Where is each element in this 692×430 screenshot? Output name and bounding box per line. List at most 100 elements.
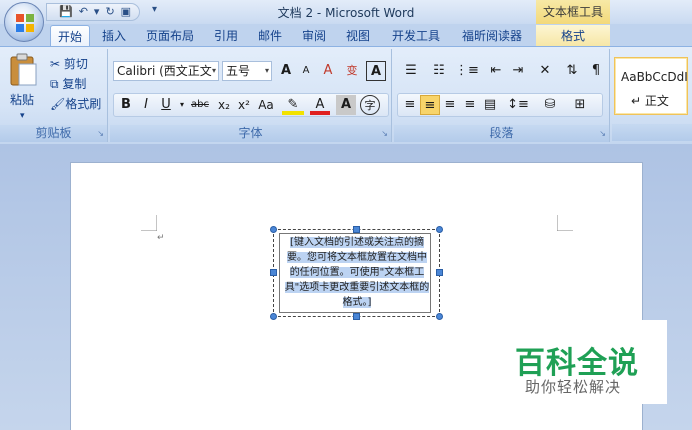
brand-sub-text: 助你轻松解决 [525, 378, 622, 396]
decrease-indent-icon: ⇤ [490, 63, 502, 78]
justify-button[interactable]: ≡ [460, 95, 480, 115]
resize-handle-top[interactable] [353, 226, 360, 233]
resize-handle-top-right[interactable] [436, 226, 443, 233]
sort-button[interactable]: ⇅ [562, 61, 582, 81]
subscript-button[interactable]: x₂ [214, 95, 234, 115]
font-color-button[interactable]: A [310, 95, 330, 115]
clipboard-launcher-icon[interactable]: ↘ [97, 129, 104, 138]
strikethrough-button[interactable]: abc [188, 95, 212, 115]
clipboard-group: 粘贴 ▾ ✂ 剪切 ⧉ 复制 🖌格式刷 剪贴板 ↘ [0, 49, 108, 142]
line-spacing-icon: ↕≡ [507, 97, 529, 112]
highlighter-icon: ✎ [287, 97, 299, 112]
scissors-icon: ✂ [50, 57, 61, 71]
align-center-button[interactable]: ≡ [420, 95, 440, 115]
resize-handle-bottom-left[interactable] [270, 313, 277, 320]
font-name-dropdown-icon: ▾ [211, 66, 216, 75]
tab-references[interactable]: 引用 [208, 25, 244, 47]
paragraph-group: ☰ ☷ ⋮≡ ⇤ ⇥ ✕ ⇅ ¶ ≡ ≡ ≡ ≡ ▤ ↕≡ ⛁ ⊞ 段落 ↘ [394, 49, 610, 142]
font-name-select[interactable]: Calibri (西文正文 ▾ [113, 61, 219, 81]
tab-home[interactable]: 开始 [50, 25, 90, 47]
character-shading-button[interactable]: A [336, 95, 356, 115]
clear-formatting-button[interactable]: A [318, 61, 338, 81]
tab-insert[interactable]: 插入 [96, 25, 132, 47]
align-right-button[interactable]: ≡ [440, 95, 460, 115]
chinese-layout-icon: ✕ [539, 63, 551, 78]
style-sample-text: AaBbCcDdI [621, 70, 688, 84]
format-painter-button[interactable]: 🖌格式刷 [50, 95, 101, 113]
margin-corner-left-icon [141, 215, 157, 231]
increase-indent-button[interactable]: ⇥ [508, 61, 528, 81]
align-right-icon: ≡ [444, 97, 456, 112]
tab-view[interactable]: 视图 [340, 25, 376, 47]
resize-handle-bottom-right[interactable] [436, 313, 443, 320]
brand-watermark: 百科全说 助你轻松解决 [503, 320, 667, 404]
font-launcher-icon[interactable]: ↘ [381, 129, 388, 138]
align-left-button[interactable]: ≡ [400, 95, 420, 115]
distributed-icon: ▤ [483, 97, 497, 112]
tab-foxit-reader[interactable]: 福昕阅读器 [454, 25, 530, 47]
cut-button[interactable]: ✂ 剪切 [50, 55, 88, 73]
decrease-indent-button[interactable]: ⇤ [486, 61, 506, 81]
borders-button[interactable]: ⊞ [566, 95, 594, 115]
superscript-button[interactable]: x² [234, 95, 254, 115]
copy-button[interactable]: ⧉ 复制 [50, 75, 86, 93]
context-tool-title: 文本框工具 [536, 0, 610, 24]
paragraph-group-label: 段落 [394, 125, 609, 142]
office-button[interactable] [4, 2, 44, 42]
cut-label: 剪切 [63, 57, 88, 71]
font-group-label: 字体 [110, 125, 391, 142]
style-normal[interactable]: AaBbCcDdI ↵ 正文 [614, 57, 688, 115]
paste-icon[interactable] [8, 53, 38, 87]
align-center-icon: ≡ [424, 98, 436, 113]
highlight-button[interactable]: ✎ [282, 95, 304, 115]
ribbon-tabs: 开始 插入 页面布局 引用 邮件 审阅 视图 开发工具 福昕阅读器 格式 [0, 24, 692, 47]
grow-font-button[interactable]: A [276, 61, 296, 81]
character-border-button[interactable]: A [366, 61, 386, 81]
resize-handle-left[interactable] [270, 269, 277, 276]
copy-icon: ⧉ [50, 77, 59, 91]
tab-review[interactable]: 审阅 [296, 25, 332, 47]
italic-button[interactable]: I [136, 95, 156, 115]
textbox-text[interactable]: [键入文档的引述或关注点的摘要。您可将文本框放置在文档中的任何位置。可使用"文本… [283, 235, 431, 310]
textbox-text-content: [键入文档的引述或关注点的摘要。您可将文本框放置在文档中的任何位置。可使用"文本… [284, 237, 430, 308]
styles-group-label [612, 124, 692, 141]
clipboard-group-label: 剪贴板 [0, 125, 107, 142]
resize-handle-top-left[interactable] [270, 226, 277, 233]
resize-handle-bottom[interactable] [353, 313, 360, 320]
format-painter-icon: 🖌 [50, 97, 66, 111]
shading-button[interactable]: ⛁ [536, 95, 564, 115]
resize-handle-right[interactable] [436, 269, 443, 276]
align-left-icon: ≡ [404, 97, 416, 112]
tab-page-layout[interactable]: 页面布局 [140, 25, 200, 47]
distributed-button[interactable]: ▤ [480, 95, 500, 115]
phonetic-guide-button[interactable]: 变 [342, 61, 362, 81]
multilevel-list-button[interactable]: ⋮≡ [454, 61, 480, 81]
justify-icon: ≡ [464, 97, 476, 112]
font-name-value: Calibri (西文正文 [117, 64, 212, 78]
tab-format[interactable]: 格式 [536, 25, 610, 47]
format-painter-label: 格式刷 [65, 97, 102, 111]
paragraph-launcher-icon[interactable]: ↘ [599, 129, 606, 138]
pilcrow-icon: ¶ [591, 63, 601, 78]
tab-developer[interactable]: 开发工具 [386, 25, 446, 47]
bullets-button[interactable]: ☰ [398, 61, 424, 81]
font-size-dropdown-icon: ▾ [264, 66, 269, 75]
show-marks-button[interactable]: ¶ [586, 61, 606, 81]
margin-corner-right-icon [557, 215, 573, 231]
chinese-layout-button[interactable]: ✕ [532, 61, 558, 81]
paste-dropdown-icon[interactable]: ▾ [20, 107, 25, 125]
borders-icon: ⊞ [574, 97, 586, 112]
increase-indent-icon: ⇥ [512, 63, 524, 78]
line-spacing-button[interactable]: ↕≡ [504, 95, 532, 115]
numbering-button[interactable]: ☷ [426, 61, 452, 81]
multilevel-list-icon: ⋮≡ [455, 63, 479, 78]
change-case-button[interactable]: Aa [254, 95, 278, 115]
sort-icon: ⇅ [566, 63, 578, 78]
shrink-font-button[interactable]: A [296, 61, 316, 81]
font-group: Calibri (西文正文 ▾ 五号 ▾ A A A 变 A B I U ▾ abc… [110, 49, 392, 142]
tab-mailings[interactable]: 邮件 [252, 25, 288, 47]
font-size-select[interactable]: 五号 ▾ [222, 61, 272, 81]
title-bar: 💾 ↶ ▾ ↻ ▣ ▾ 文档 2 - Microsoft Word 文本框工具 [0, 0, 692, 24]
enclose-characters-button[interactable]: 字 [360, 95, 380, 115]
bold-button[interactable]: B [116, 95, 136, 115]
